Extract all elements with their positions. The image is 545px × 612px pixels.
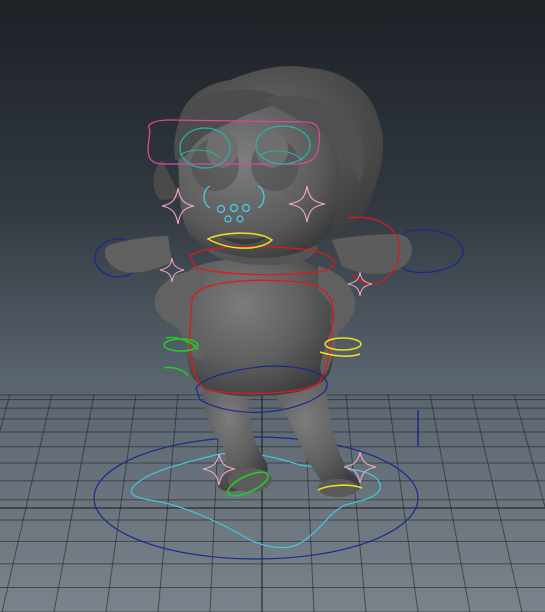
grid-line: [0, 394, 11, 433]
grid-line: [1, 394, 53, 612]
grid-line: [105, 394, 137, 612]
grid-line: [471, 394, 523, 612]
viewport-canvas[interactable]: [0, 0, 545, 612]
floor-grid: [0, 394, 545, 612]
viewport-3d[interactable]: [0, 0, 545, 612]
grid-line: [429, 394, 471, 612]
grid-line: [513, 394, 545, 509]
grid-line: [53, 394, 95, 612]
grid-line: [387, 394, 419, 612]
